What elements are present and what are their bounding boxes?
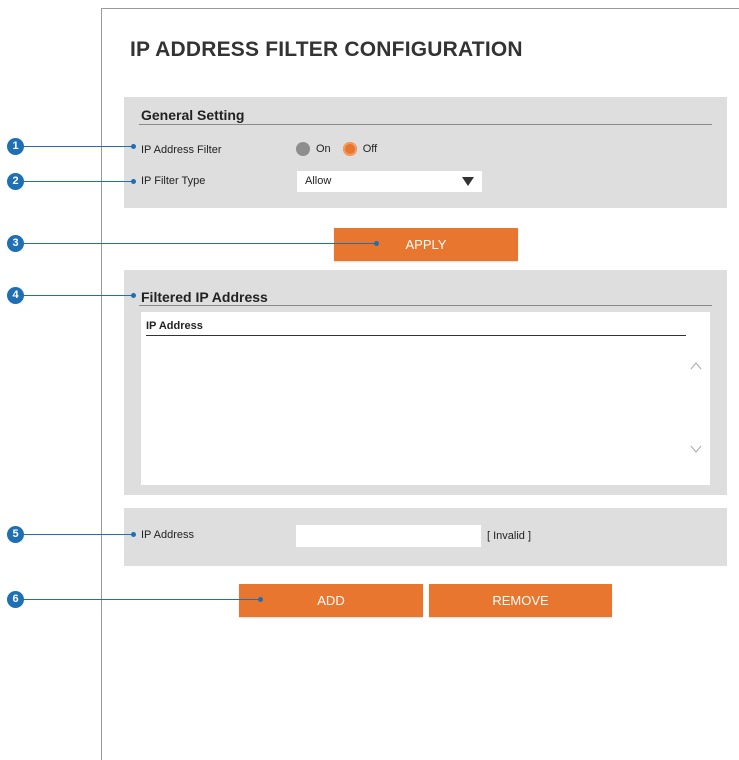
callout-dot-1 [131,144,136,149]
radio-selected-icon [342,142,357,156]
section-divider [139,305,712,306]
filter-off-label: Off [362,143,378,155]
general-setting-title: General Setting [141,107,245,123]
ip-address-list[interactable]: IP Address [141,312,710,485]
ip-filter-type-select[interactable]: Allow [297,171,482,192]
callout-3: 3 [7,235,24,252]
callout-6: 6 [7,591,24,608]
general-setting-panel: General Setting IP Address Filter On Off… [124,97,727,208]
filtered-ip-panel: Filtered IP Address IP Address [124,270,727,495]
callout-line-2 [23,181,133,182]
ip-filter-type-label: IP Filter Type [141,175,206,187]
callout-dot-4 [131,293,136,298]
page-top-border [101,8,739,9]
scroll-up-icon[interactable] [690,360,702,372]
filter-on-radio[interactable]: On [296,142,331,156]
callout-dot-2 [131,179,136,184]
ip-validation-status: [ Invalid ] [487,530,532,542]
ip-filter-type-value: Allow [305,175,332,187]
callout-line-5 [23,534,133,535]
callout-2: 2 [7,173,24,190]
radio-unselected-icon [296,142,310,156]
callout-1: 1 [7,138,24,155]
callout-line-4 [23,295,133,296]
ip-address-input[interactable] [296,525,481,547]
callout-line-1 [23,146,133,147]
apply-button[interactable]: APPLY [334,228,518,261]
page-title: IP ADDRESS FILTER CONFIGURATION [130,38,523,61]
callout-dot-3 [374,241,379,246]
dropdown-arrow-icon [462,177,474,186]
callout-4: 4 [7,287,24,304]
callout-5: 5 [7,526,24,543]
remove-button[interactable]: REMOVE [429,584,612,617]
filtered-ip-title: Filtered IP Address [141,289,268,305]
ip-address-filter-label: IP Address Filter [141,144,222,156]
filter-on-label: On [316,143,331,155]
section-divider [139,124,712,125]
ip-address-filter-radio-group: On Off [296,142,389,156]
callout-line-3 [23,243,376,244]
callout-dot-5 [131,532,136,537]
filter-off-radio[interactable]: Off [342,142,378,156]
callout-dot-6 [258,597,263,602]
ip-address-label: IP Address [141,529,194,541]
add-button[interactable]: ADD [239,584,423,617]
ip-entry-panel: IP Address [ Invalid ] [124,508,727,566]
scroll-down-icon[interactable] [690,443,702,455]
ip-address-column-header: IP Address [146,320,686,336]
page-left-border [101,8,102,760]
callout-line-6 [23,599,260,600]
